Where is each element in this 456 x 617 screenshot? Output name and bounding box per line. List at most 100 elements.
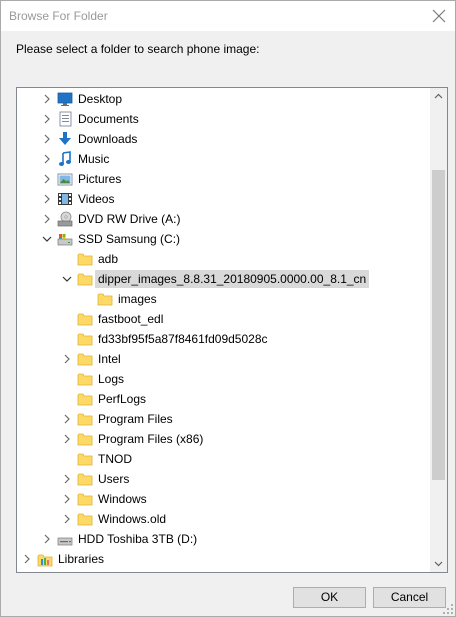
tree-item[interactable]: HDD Toshiba 3TB (D:) [17,529,431,549]
folder-icon [77,453,93,466]
tree-item[interactable]: Windows.old [17,509,431,529]
tree-item-label: PerfLogs [98,392,147,406]
folder-icon [77,313,93,326]
folder-icon [77,333,93,346]
ok-button[interactable]: OK [293,587,366,608]
tree-item-label: Desktop [78,92,123,106]
folder-tree[interactable]: Desktop Documents Downloads Music Pictures Vi… [16,87,448,573]
tree-item-label: Windows [98,492,147,506]
tree-item[interactable]: PerfLogs [17,389,431,409]
tree-item-label: fd33bf95f5a87f8461fd09d5028c [98,332,268,346]
folder-icon [77,473,93,486]
chevron-down-icon [434,561,443,567]
folder-icon [77,393,93,406]
tree-item-label: SSD Samsung (C:) [78,232,181,246]
tree-item[interactable]: fd33bf95f5a87f8461fd09d5028c [17,329,431,349]
tree-item[interactable]: DVD RW Drive (A:) [17,209,431,229]
collapsed-chevron-icon[interactable] [41,173,53,185]
collapsed-chevron-icon[interactable] [41,533,53,545]
close-icon [432,9,446,23]
tree-item-label: Pictures [78,172,122,186]
tree-item-label: Logs [98,372,125,386]
tree-item[interactable]: fastboot_edl [17,309,431,329]
collapsed-chevron-icon[interactable] [21,553,33,565]
chevron-up-icon [434,93,443,99]
documents-icon [59,111,72,127]
collapsed-chevron-icon[interactable] [41,93,53,105]
tree-item[interactable]: Windows [17,489,431,509]
tree-item-label: HDD Toshiba 3TB (D:) [78,532,198,546]
collapsed-chevron-icon[interactable] [41,133,53,145]
tree-item[interactable]: Documents [17,109,431,129]
folder-icon [77,253,93,266]
close-button[interactable] [425,1,455,31]
collapsed-chevron-icon[interactable] [61,473,73,485]
tree-item-label: fastboot_edl [98,312,164,326]
folder-icon [77,493,93,506]
tree-item-label: Program Files (x86) [98,432,204,446]
tree-item-label: Videos [78,192,115,206]
expanded-chevron-icon[interactable] [61,273,73,285]
tree-item[interactable]: Desktop [17,89,431,109]
tree-item[interactable]: Music [17,149,431,169]
collapsed-chevron-icon[interactable] [41,213,53,225]
folder-icon [77,273,93,286]
tree-item[interactable]: TNOD [17,449,431,469]
drive-icon [57,234,73,246]
tree-item[interactable]: Downloads [17,129,431,149]
collapsed-chevron-icon[interactable] [61,433,73,445]
cancel-button[interactable]: Cancel [373,587,446,608]
collapsed-chevron-icon[interactable] [61,513,73,525]
tree-item[interactable]: SSD Samsung (C:) [17,229,431,249]
tree-item-label: Music [78,152,110,166]
collapsed-chevron-icon[interactable] [41,113,53,125]
tree-item-label: DVD RW Drive (A:) [78,212,181,226]
hard-drive-icon [57,537,73,546]
expanded-chevron-icon[interactable] [41,233,53,245]
downloads-icon [59,132,71,145]
collapsed-chevron-icon[interactable] [61,353,73,365]
tree-item-label: adb [98,252,119,266]
resize-grip-icon[interactable] [443,604,453,614]
instruction-text: Please select a folder to search phone i… [16,42,260,56]
tree-item[interactable]: Program Files [17,409,431,429]
tree-item[interactable]: Pictures [17,169,431,189]
title-bar[interactable]: Browse For Folder [1,1,455,31]
tree-item[interactable]: dipper_images_8.8.31_20180905.0000.00_8.… [17,269,431,289]
scroll-down-button[interactable] [430,555,447,572]
folder-icon [77,353,93,366]
tree-item[interactable]: Intel [17,349,431,369]
libraries-icon [37,554,53,567]
collapsed-chevron-icon[interactable] [61,413,73,425]
tree-item[interactable]: Program Files (x86) [17,429,431,449]
vertical-scrollbar[interactable] [430,88,447,572]
browse-folder-dialog: Browse For Folder Please select a folder… [0,0,456,617]
scroll-thumb[interactable] [432,170,445,480]
tree-item-label: images [118,292,157,306]
tree-item[interactable]: images [17,289,431,309]
tree-item[interactable]: Logs [17,369,431,389]
tree-item-label: dipper_images_8.8.31_20180905.0000.00_8.… [95,270,370,288]
tree-item-label: Program Files [98,412,173,426]
collapsed-chevron-icon[interactable] [41,153,53,165]
collapsed-chevron-icon[interactable] [61,493,73,505]
dvd-drive-icon [57,211,73,227]
videos-icon [58,193,72,205]
desktop-icon [57,92,73,106]
window-title: Browse For Folder [9,9,108,23]
tree-item[interactable]: Libraries [17,549,431,569]
tree-item-label: Windows.old [98,512,167,526]
folder-icon [97,293,113,306]
collapsed-chevron-icon[interactable] [41,193,53,205]
pictures-icon [57,173,73,186]
tree-item[interactable]: Users [17,469,431,489]
tree-item-label: Users [98,472,130,486]
tree-item-label: Libraries [58,552,105,566]
tree-item-label: TNOD [98,452,132,466]
music-icon [59,151,71,166]
tree-item[interactable]: Videos [17,189,431,209]
scroll-up-button[interactable] [430,88,447,105]
folder-icon [77,413,93,426]
folder-icon [77,373,93,386]
tree-item[interactable]: adb [17,249,431,269]
